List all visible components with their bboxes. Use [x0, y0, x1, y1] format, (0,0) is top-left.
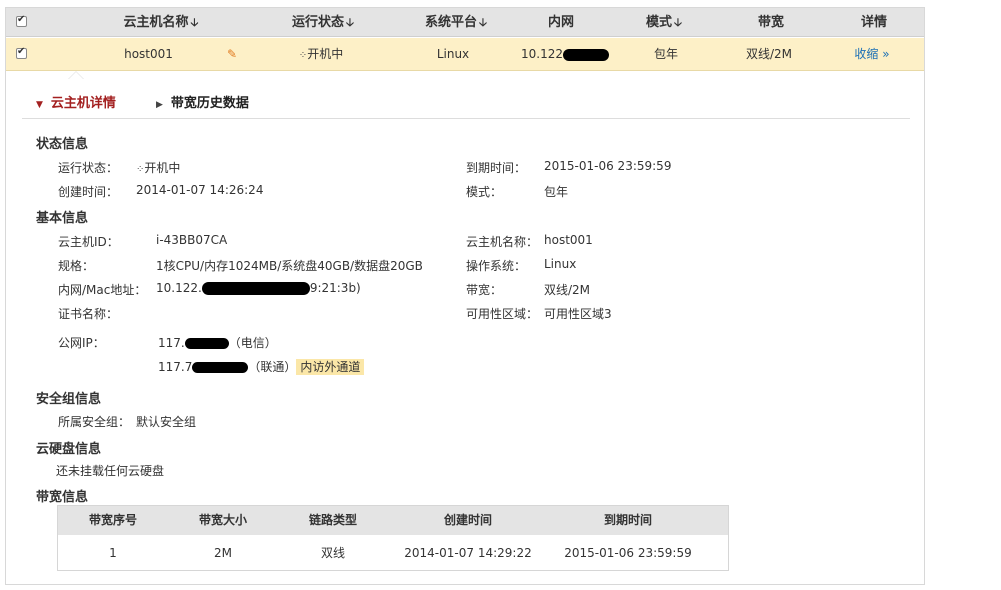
loading-spinner-icon: ⁘	[298, 50, 307, 61]
redaction-mask	[201, 282, 310, 295]
os-value: Linux	[544, 257, 577, 271]
created-value: 2014-01-07 14:26:24	[136, 183, 264, 197]
bandwidth-table-header: 带宽序号 带宽大小 链路类型 创建时间 到期时间	[58, 506, 728, 535]
bw-cell-created: 2014-01-07 14:29:22	[404, 546, 532, 560]
spec-label: 规格：	[58, 259, 95, 273]
public-ip-unicom: 117.7 （联通） 内访外通道	[158, 358, 365, 375]
tab-bandwidth-history[interactable]: ▶ 带宽历史数据	[156, 94, 249, 114]
loading-spinner-icon: ⁘	[136, 164, 144, 175]
bw-cell-link: 双线	[320, 546, 345, 560]
public-ip-telecom: 117. （电信）	[158, 336, 277, 350]
pencil-icon[interactable]: ✎	[227, 48, 237, 60]
disk-empty-text: 还未挂载任何云硬盘	[56, 464, 165, 478]
bandwidth-label: 带宽：	[466, 283, 503, 297]
sort-arrow-icon: 🡣	[346, 16, 354, 29]
security-group-label: 所属安全组：	[58, 415, 131, 429]
bw-col-size: 带宽大小	[198, 513, 247, 527]
row-platform: Linux	[436, 47, 470, 61]
public-ip-label: 公网IP：	[58, 336, 105, 350]
mode-label: 模式：	[466, 185, 503, 199]
col-detail: 详情	[860, 15, 887, 30]
redaction-mask	[563, 48, 609, 61]
collapse-link[interactable]: 收缩 »	[842, 38, 902, 71]
col-lan: 内网	[547, 15, 574, 30]
mode-value: 包年	[544, 185, 569, 199]
security-group-value: 默认安全组	[136, 415, 197, 429]
bw-cell-size: 2M	[214, 546, 232, 560]
bw-cell-expire: 2015-01-06 23:59:59	[564, 546, 692, 560]
mac-value: 10.122. 9:21:3b)	[156, 281, 361, 295]
zone-label: 可用性区域：	[466, 307, 539, 321]
inner-channel-tag: 内访外通道	[296, 359, 365, 375]
redaction-mask	[192, 362, 249, 373]
detail-tabs: ▼ 云主机详情 ▶ 带宽历史数据	[22, 94, 910, 119]
col-mode[interactable]: 模式 🡣	[634, 8, 694, 37]
run-status-value: ⁘开机中	[136, 161, 181, 175]
host-list-panel: 云主机名称🡣 运行状态🡣 系统平台🡣 内网 模式🡣 带宽 详情 host001 …	[5, 7, 925, 585]
redaction-mask	[184, 338, 229, 349]
detail-pointer	[68, 71, 84, 79]
zone-value: 可用性区域3	[544, 307, 612, 321]
row-status: ⁘开机中	[298, 47, 344, 61]
section-status-title: 状态信息	[36, 137, 89, 152]
section-basic-title: 基本信息	[36, 211, 89, 226]
double-chevron-down-icon: »	[882, 47, 890, 61]
caret-down-icon: ▼	[36, 100, 43, 110]
bw-col-created: 创建时间	[443, 513, 492, 527]
section-security-title: 安全组信息	[36, 392, 102, 407]
host-id-label: 云主机ID：	[58, 235, 119, 249]
table-row[interactable]: host001 ✎ ⁘开机中 Linux 10.122 包年 双线/2M 收缩 …	[6, 38, 924, 71]
row-mode: 包年	[653, 47, 678, 61]
row-name: host001	[124, 47, 173, 61]
row-bandwidth: 双线/2M	[745, 47, 793, 61]
row-checkbox[interactable]	[16, 46, 27, 59]
col-status[interactable]: 运行状态 🡣	[278, 8, 368, 37]
sort-arrow-icon: 🡣	[674, 16, 682, 29]
bw-col-seq: 带宽序号	[88, 513, 137, 527]
mac-label: 内网/Mac地址：	[58, 283, 147, 297]
cert-label: 证书名称：	[58, 307, 119, 321]
expire-label: 到期时间：	[466, 161, 527, 175]
col-bandwidth: 带宽	[757, 15, 784, 30]
section-disk-title: 云硬盘信息	[36, 442, 102, 457]
host-name-value: host001	[544, 233, 593, 247]
select-all-checkbox[interactable]	[16, 14, 27, 27]
sort-arrow-icon: 🡣	[190, 16, 199, 29]
col-platform[interactable]: 系统平台 🡣	[411, 8, 501, 37]
sort-arrow-icon: 🡣	[479, 16, 487, 29]
table-header: 云主机名称🡣 运行状态🡣 系统平台🡣 内网 模式🡣 带宽 详情	[6, 8, 924, 37]
expire-value: 2015-01-06 23:59:59	[544, 159, 672, 173]
spec-value: 1核CPU/内存1024MB/系统盘40GB/数据盘20GB	[156, 259, 423, 273]
bandwidth-value: 双线/2M	[544, 283, 591, 297]
bandwidth-table: 带宽序号 带宽大小 链路类型 创建时间 到期时间 1 2M 双线 2014-01…	[57, 505, 729, 571]
caret-right-icon: ▶	[156, 100, 163, 110]
run-status-label: 运行状态：	[58, 161, 119, 175]
host-name-label: 云主机名称：	[466, 235, 539, 249]
bw-col-link: 链路类型	[308, 513, 357, 527]
section-bandwidth-title: 带宽信息	[36, 490, 89, 505]
row-lan: 10.122	[511, 38, 626, 71]
bw-cell-seq: 1	[109, 546, 117, 560]
col-name[interactable]: 云主机名称 🡣	[111, 8, 211, 37]
host-id-value: i-43BB07CA	[156, 233, 228, 247]
tab-host-detail[interactable]: ▼ 云主机详情	[36, 94, 116, 114]
bw-col-expire: 到期时间	[603, 513, 652, 527]
os-label: 操作系统：	[466, 259, 527, 273]
created-label: 创建时间：	[58, 185, 119, 199]
